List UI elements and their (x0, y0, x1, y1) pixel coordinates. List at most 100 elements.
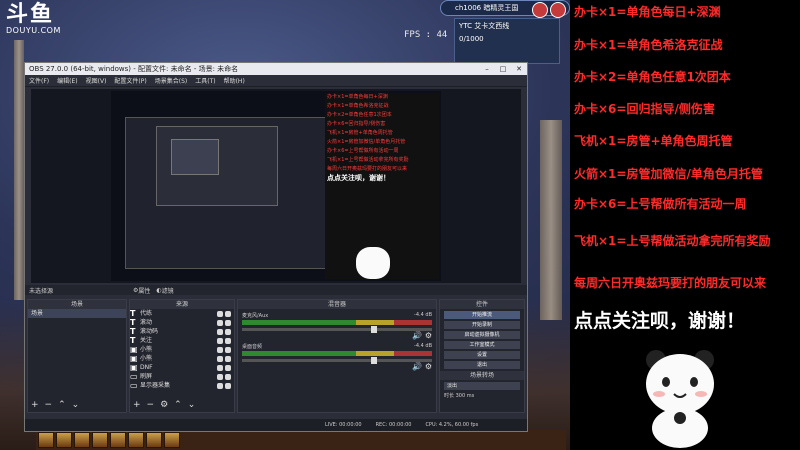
skill-icon[interactable] (110, 432, 126, 448)
mixer-header: 混音器 (238, 300, 436, 309)
volume-slider[interactable] (242, 326, 432, 333)
start-recording-button[interactable]: 开始录制 (444, 321, 520, 329)
source-name: 滚动码 (140, 328, 159, 335)
image-source-icon: ▣ (130, 363, 138, 372)
source-item[interactable]: ▣ DNF (130, 363, 234, 372)
close-icon[interactable]: ✕ (511, 65, 527, 73)
gear-icon[interactable]: ⚙ (425, 331, 432, 340)
lock-icon[interactable] (225, 373, 231, 380)
source-item[interactable]: T 滚动码 (130, 327, 234, 336)
menu-view[interactable]: 视图(V) (86, 76, 107, 85)
exit-button[interactable]: 退出 (444, 361, 520, 369)
panda-sticker (646, 350, 714, 448)
skill-icon[interactable] (128, 432, 144, 448)
menu-profile[interactable]: 配置文件(P) (114, 76, 146, 85)
menu-tools[interactable]: 工具(T) (195, 76, 215, 85)
source-item[interactable]: ▣ 小熊 (130, 345, 234, 354)
source-item[interactable]: ▭ 刷屏 (130, 372, 234, 381)
skill-icon[interactable] (146, 432, 162, 448)
lock-icon[interactable] (225, 382, 231, 389)
skill-icon[interactable] (38, 432, 54, 448)
eye-icon[interactable] (217, 364, 223, 371)
preview-line: 火箭×1=房管加微信/单角色月托管 (327, 139, 406, 145)
controls-dock: 控件 开始推流 开始录制 启动虚拟摄像机 工作室模式 设置 退出 场景转场 淡出… (439, 299, 525, 413)
eye-icon[interactable] (217, 337, 223, 344)
transition-select[interactable]: 淡出 (444, 382, 520, 390)
text-source-icon: T (130, 336, 136, 345)
remove-icon[interactable]: − (147, 400, 155, 410)
start-streaming-button[interactable]: 开始推流 (444, 311, 520, 319)
menu-edit[interactable]: 编辑(E) (57, 76, 77, 85)
menu-icon[interactable] (532, 2, 548, 18)
source-item[interactable]: ▣ 小熊 (130, 354, 234, 363)
source-item[interactable]: T 滚动 (130, 318, 234, 327)
settings-icon[interactable]: ⚙ (160, 400, 168, 410)
source-item[interactable]: T 关注 (130, 336, 234, 345)
slider-knob[interactable] (371, 326, 378, 333)
source-toggles (217, 328, 234, 335)
lock-icon[interactable] (225, 337, 231, 344)
skill-icon[interactable] (164, 432, 180, 448)
preview-panda-sticker (356, 247, 390, 279)
scene-item[interactable]: 场景 (28, 309, 126, 318)
speaker-icon[interactable]: 🔊 (412, 331, 422, 340)
add-icon[interactable]: + (133, 400, 141, 410)
settings-button[interactable]: 设置 (444, 351, 520, 359)
menu-file[interactable]: 文件(F) (29, 76, 49, 85)
mail-icon[interactable] (550, 2, 566, 18)
menu-help[interactable]: 帮助(H) (224, 76, 245, 85)
volume-slider[interactable] (242, 357, 432, 364)
down-icon[interactable]: ⌄ (72, 400, 80, 410)
studio-mode-button[interactable]: 工作室模式 (444, 341, 520, 349)
gear-icon[interactable]: ⚙ (425, 362, 432, 371)
source-name: DNF (140, 364, 153, 371)
preview-line: 办卡×2=单角色任意1次团本 (327, 112, 392, 118)
down-icon[interactable]: ⌄ (188, 400, 196, 410)
source-toggles (217, 355, 234, 362)
lock-icon[interactable] (225, 364, 231, 371)
source-item[interactable]: ▭ 显示器采集 (130, 381, 234, 390)
obs-preview[interactable]: 办卡×1=单角色每日+深渊 办卡×1=单角色希洛克征战 办卡×2=单角色任意1次… (31, 89, 521, 283)
eye-icon[interactable] (217, 382, 223, 389)
skill-icon[interactable] (56, 432, 72, 448)
slider-knob[interactable] (371, 357, 378, 364)
nested-obs-preview-2 (156, 126, 278, 206)
maximize-icon[interactable]: □ (495, 65, 511, 73)
duration-label: 时长 (444, 393, 455, 399)
skill-icon[interactable] (92, 432, 108, 448)
lock-icon[interactable] (225, 328, 231, 335)
eye-icon[interactable] (217, 355, 223, 362)
up-icon[interactable]: ⌃ (174, 400, 182, 410)
skill-icon[interactable] (74, 432, 90, 448)
eye-icon[interactable] (217, 310, 223, 317)
add-icon[interactable]: + (31, 400, 39, 410)
start-virtual-camera-button[interactable]: 启动虚拟摄像机 (444, 331, 520, 339)
properties-button[interactable]: 属性 (138, 286, 150, 295)
preview-big-text: 点点关注呗，谢谢！ (327, 174, 390, 182)
overlay-follow-text: 点点关注呗，谢谢！ (574, 310, 746, 332)
menu-scene-collection[interactable]: 场景集合(S) (155, 76, 188, 85)
minimize-icon[interactable]: – (479, 65, 495, 73)
duration-input[interactable]: 300 ms (456, 393, 475, 399)
source-item[interactable]: T 代练 (130, 309, 234, 318)
up-icon[interactable]: ⌃ (58, 400, 66, 410)
filters-button[interactable]: 滤镜 (162, 286, 174, 295)
preview-line: 飞机×1=上号帮做活动拿完所有奖励 (327, 157, 409, 163)
lock-icon[interactable] (225, 310, 231, 317)
eye-icon[interactable] (217, 346, 223, 353)
speaker-icon[interactable]: 🔊 (412, 362, 422, 371)
eye-icon[interactable] (217, 373, 223, 380)
overlay-line: 每周六日开奥兹玛要打的朋友可以来 (574, 276, 767, 290)
volume-meter (242, 320, 432, 325)
eye-icon[interactable] (217, 319, 223, 326)
game-pillar (540, 120, 562, 320)
lock-icon[interactable] (225, 346, 231, 353)
sources-header: 来源 (130, 300, 234, 309)
source-toolbar: 未选择源 ⚙ 属性 ◐ 滤镜 (25, 285, 527, 295)
obs-statusbar: LIVE: 00:00:00 REC: 00:00:00 CPU: 4.2%, … (25, 419, 527, 431)
source-name: 刷屏 (140, 373, 153, 380)
lock-icon[interactable] (225, 355, 231, 362)
eye-icon[interactable] (217, 328, 223, 335)
remove-icon[interactable]: − (45, 400, 53, 410)
lock-icon[interactable] (225, 319, 231, 326)
